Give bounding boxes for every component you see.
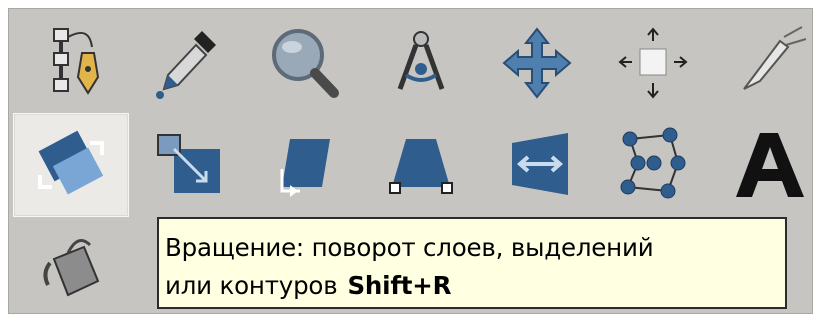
scale-tool-button[interactable] (131, 113, 247, 217)
magnify-tool-button[interactable] (247, 11, 363, 115)
align-icon (618, 27, 688, 99)
shear-tool-button[interactable] (247, 113, 363, 217)
crop-tool-button[interactable] (711, 11, 817, 115)
cage-icon (620, 127, 686, 199)
rotate-tool-tooltip: Вращение: поворот слоев, выделений или к… (157, 217, 787, 309)
rotate-icon (38, 130, 104, 195)
flip-icon (512, 133, 568, 195)
toolbox-panel: Вращение: поворот слоев, выделений или к… (8, 8, 813, 314)
bucket-fill-tool-button[interactable] (15, 217, 131, 321)
rotate-tool-button[interactable] (13, 113, 129, 217)
bucket-icon (43, 239, 100, 297)
flip-tool-button[interactable] (479, 113, 595, 217)
cage-transform-tool-button[interactable] (595, 113, 711, 217)
pen-path-icon (53, 28, 100, 95)
text-tool-button[interactable] (711, 113, 817, 217)
compass-icon (397, 31, 445, 90)
move-tool-button[interactable] (479, 11, 595, 115)
scale-icon (157, 134, 220, 193)
eyedropper-icon (156, 31, 216, 99)
tooltip-shortcut: Shift+R (347, 271, 452, 300)
color-picker-tool-button[interactable] (131, 11, 247, 115)
magnifier-icon (272, 29, 339, 98)
shear-icon (280, 139, 330, 197)
scalpel-icon (743, 26, 807, 90)
tooltip-description-line1: Вращение: поворот слоев, выделений (165, 233, 654, 262)
paths-tool-button[interactable] (15, 11, 131, 115)
text-a-icon (736, 133, 804, 197)
tooltip-description-text: или контуров (165, 271, 338, 300)
measure-tool-button[interactable] (363, 11, 479, 115)
perspective-icon (389, 139, 453, 194)
move-arrows-icon (502, 27, 572, 99)
tooltip-description-line2: или контуров Shift+R (165, 267, 781, 305)
perspective-tool-button[interactable] (363, 113, 479, 217)
align-tool-button[interactable] (595, 11, 711, 115)
